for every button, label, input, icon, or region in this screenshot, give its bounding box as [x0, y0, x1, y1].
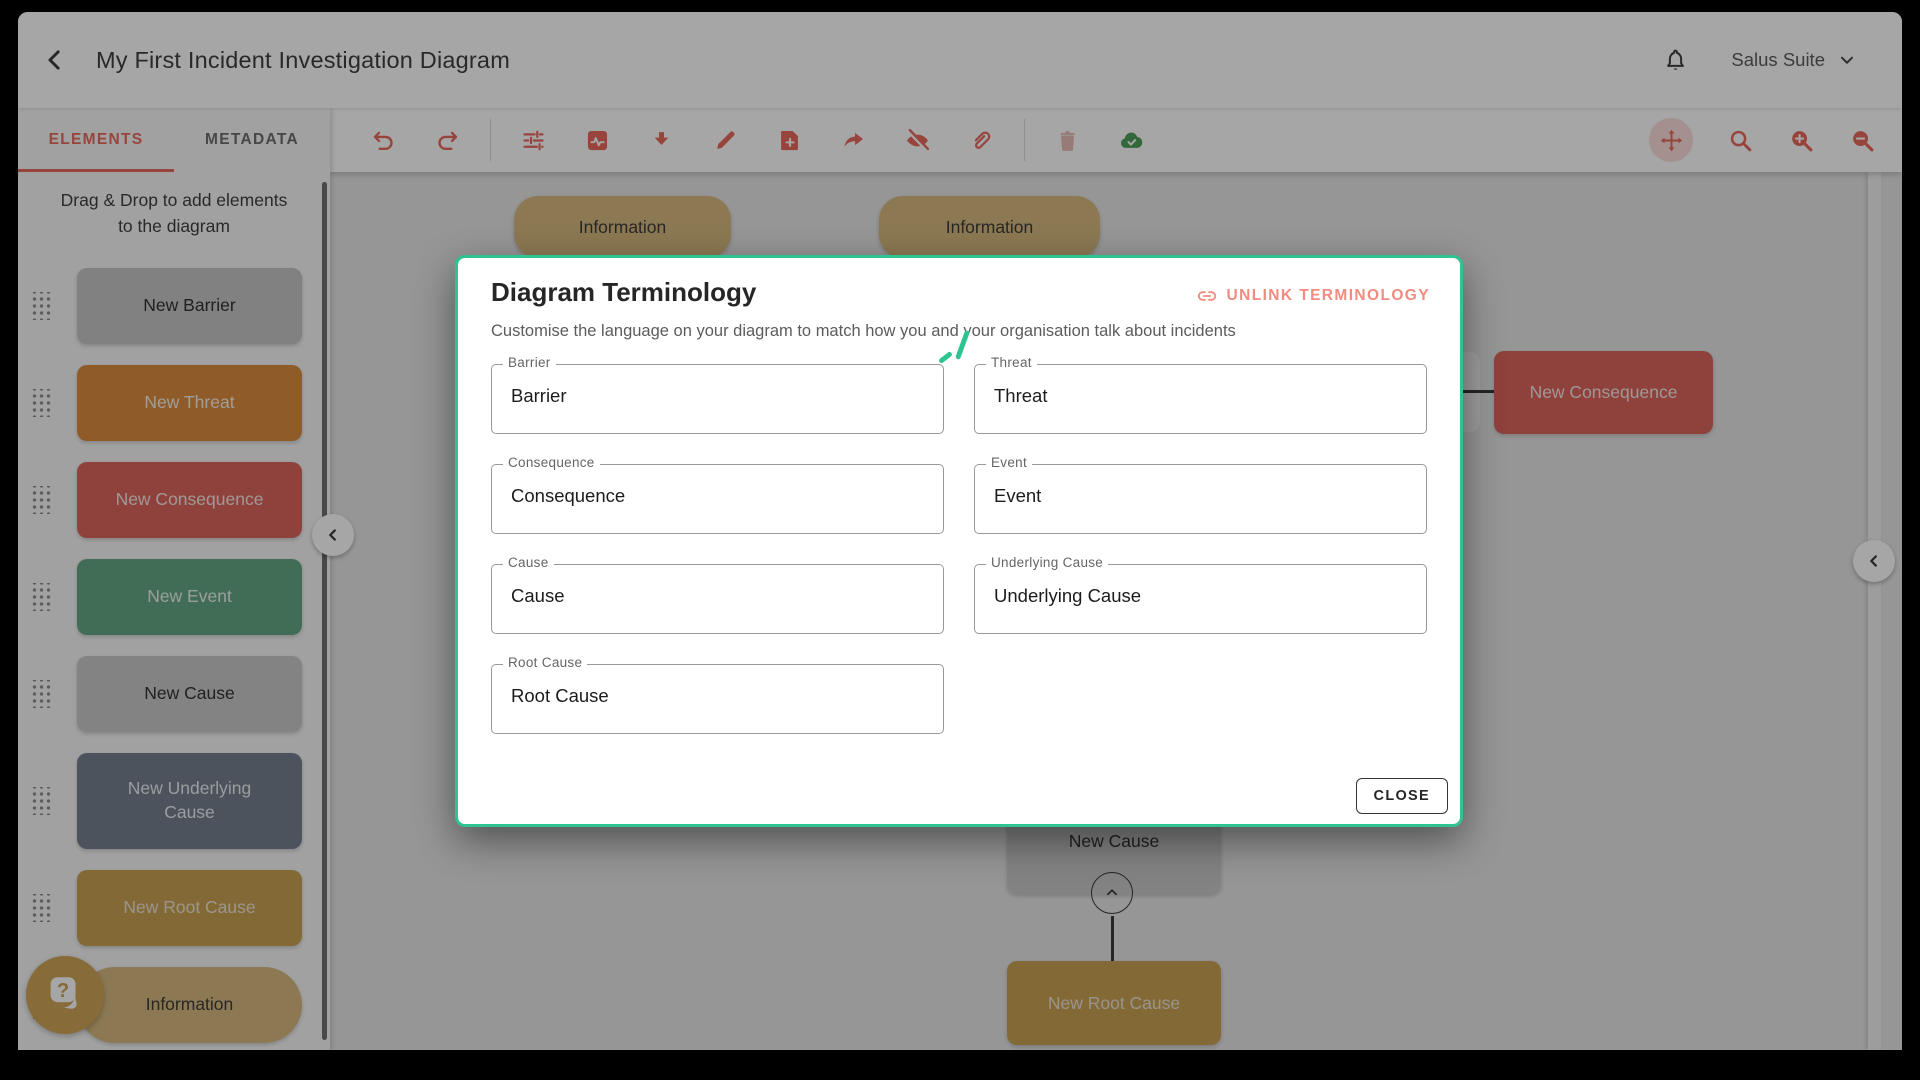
- terminology-field-consequence: Consequence: [491, 455, 944, 534]
- unlink-terminology-button[interactable]: UNLINK TERMINOLOGY: [1196, 285, 1430, 307]
- field-label: Event: [986, 455, 1033, 470]
- field-label: Underlying Cause: [986, 555, 1109, 570]
- field-input-event[interactable]: [992, 484, 1407, 508]
- terminology-field-underlying-cause: Underlying Cause: [974, 555, 1427, 634]
- field-label: Cause: [503, 555, 554, 570]
- diagram-terminology-dialog: Diagram Terminology UNLINK TERMINOLOGY C…: [455, 255, 1463, 827]
- unlink-label: UNLINK TERMINOLOGY: [1226, 287, 1430, 304]
- field-label: Threat: [986, 355, 1037, 370]
- field-label: Root Cause: [503, 655, 588, 670]
- field-input-threat[interactable]: [992, 384, 1407, 408]
- terminology-field-barrier: Barrier: [491, 355, 944, 434]
- field-label: Barrier: [503, 355, 556, 370]
- field-input-underlying-cause[interactable]: [992, 584, 1407, 608]
- field-label: Consequence: [503, 455, 600, 470]
- terminology-field-event: Event: [974, 455, 1427, 534]
- field-input-cause[interactable]: [509, 584, 924, 608]
- field-input-root-cause[interactable]: [509, 684, 924, 708]
- app-window: Information Information New Consequence New…: [18, 12, 1902, 1050]
- terminology-field-cause: Cause: [491, 555, 944, 634]
- close-button[interactable]: CLOSE: [1355, 778, 1448, 814]
- dialog-title: Diagram Terminology: [491, 277, 757, 307]
- dialog-subtitle: Customise the language on your diagram t…: [491, 322, 1236, 340]
- terminology-field-threat: Threat: [974, 355, 1427, 434]
- screen: { "topbar": { "title": "My First Inciden…: [0, 0, 1920, 1080]
- terminology-field-root-cause: Root Cause: [491, 655, 944, 734]
- link-icon: [1196, 285, 1218, 307]
- field-input-barrier[interactable]: [509, 384, 924, 408]
- field-input-consequence[interactable]: [509, 484, 924, 508]
